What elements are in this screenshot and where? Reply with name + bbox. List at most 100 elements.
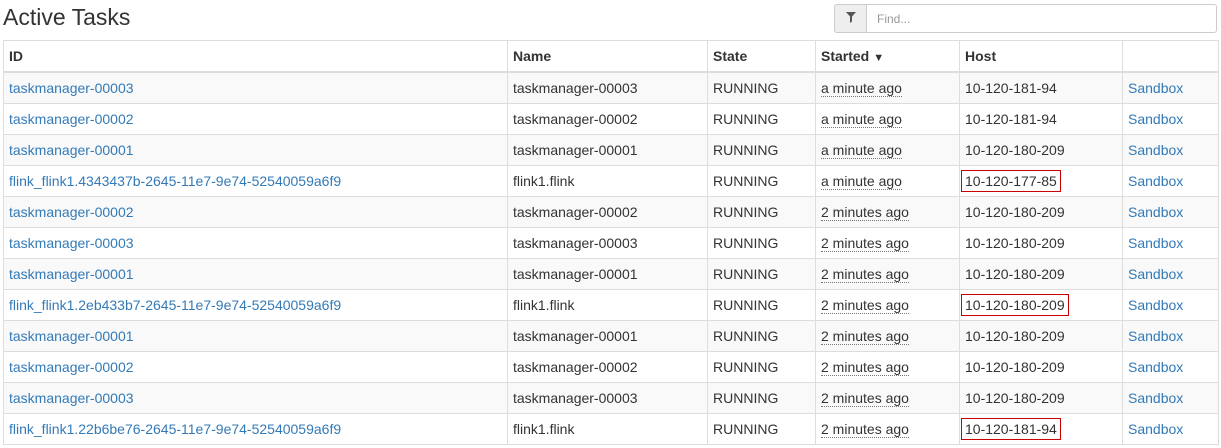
task-id-link[interactable]: taskmanager-00003 — [9, 235, 134, 251]
cell-started: a minute ago — [815, 134, 960, 166]
started-time[interactable]: 2 minutes ago — [821, 235, 909, 252]
sort-descending-icon: ▼ — [873, 52, 885, 64]
table-row: taskmanager-00001 taskmanager-00001 RUNNIN… — [3, 320, 1219, 352]
started-time[interactable]: 2 minutes ago — [821, 390, 909, 407]
host-highlight-box: 10-120-180-209 — [961, 294, 1069, 316]
cell-host: 10-120-180-209 — [959, 196, 1123, 228]
column-header-started[interactable]: Started ▼ — [815, 40, 960, 73]
started-time[interactable]: 2 minutes ago — [821, 204, 909, 221]
cell-started: a minute ago — [815, 71, 960, 104]
sandbox-link[interactable]: Sandbox — [1128, 359, 1183, 375]
cell-started: 2 minutes ago — [815, 258, 960, 290]
sandbox-link[interactable]: Sandbox — [1128, 111, 1183, 127]
table-row: flink_flink1.2eb433b7-2645-11e7-9e74-525… — [3, 289, 1219, 321]
host-value: 10-120-180-209 — [965, 142, 1065, 158]
sandbox-link[interactable]: Sandbox — [1128, 328, 1183, 344]
task-id-link[interactable]: taskmanager-00002 — [9, 111, 134, 127]
cell-started: 2 minutes ago — [815, 227, 960, 259]
cell-actions: Sandbox — [1122, 289, 1219, 321]
table-row: taskmanager-00002 taskmanager-00002 RUNNIN… — [3, 196, 1219, 228]
cell-name: taskmanager-00002 — [507, 196, 708, 228]
cell-actions: Sandbox — [1122, 351, 1219, 383]
started-time[interactable]: 2 minutes ago — [821, 328, 909, 345]
sandbox-link[interactable]: Sandbox — [1128, 142, 1183, 158]
search-input[interactable] — [866, 4, 1217, 33]
table-row: taskmanager-00001 taskmanager-00001 RUNNIN… — [3, 258, 1219, 290]
started-time[interactable]: a minute ago — [821, 80, 902, 97]
task-id-link[interactable]: taskmanager-00003 — [9, 80, 134, 96]
cell-name: taskmanager-00001 — [507, 134, 708, 166]
started-time[interactable]: 2 minutes ago — [821, 421, 909, 438]
cell-state: RUNNING — [707, 382, 816, 414]
task-name: taskmanager-00001 — [513, 266, 638, 282]
cell-host: 10-120-181-94 — [959, 103, 1123, 135]
cell-state: RUNNING — [707, 413, 816, 445]
started-time[interactable]: 2 minutes ago — [821, 266, 909, 283]
cell-actions: Sandbox — [1122, 227, 1219, 259]
table-row: taskmanager-00003 taskmanager-00003 RUNNIN… — [3, 227, 1219, 259]
cell-id: taskmanager-00003 — [3, 71, 508, 104]
host-value: 10-120-177-85 — [965, 173, 1057, 189]
task-id-link[interactable]: flink_flink1.22b6be76-2645-11e7-9e74-525… — [9, 421, 341, 437]
cell-started: 2 minutes ago — [815, 413, 960, 445]
table-row: taskmanager-00003 taskmanager-00003 RUNNIN… — [3, 382, 1219, 414]
task-state: RUNNING — [713, 359, 779, 375]
column-header-name[interactable]: Name — [507, 40, 708, 73]
page-title: Active Tasks — [3, 4, 131, 30]
sandbox-link[interactable]: Sandbox — [1128, 173, 1183, 189]
host-value: 10-120-180-209 — [965, 328, 1065, 344]
task-id-link[interactable]: taskmanager-00002 — [9, 204, 134, 220]
column-header-state[interactable]: State — [707, 40, 816, 73]
cell-actions: Sandbox — [1122, 413, 1219, 445]
table-row: taskmanager-00002 taskmanager-00002 RUNNIN… — [3, 103, 1219, 135]
sandbox-link[interactable]: Sandbox — [1128, 266, 1183, 282]
task-state: RUNNING — [713, 266, 779, 282]
cell-name: taskmanager-00001 — [507, 258, 708, 290]
task-id-link[interactable]: taskmanager-00002 — [9, 359, 134, 375]
cell-name: taskmanager-00003 — [507, 382, 708, 414]
task-state: RUNNING — [713, 328, 779, 344]
task-id-link[interactable]: flink_flink1.4343437b-2645-11e7-9e74-525… — [9, 173, 341, 189]
cell-state: RUNNING — [707, 227, 816, 259]
cell-actions: Sandbox — [1122, 196, 1219, 228]
task-state: RUNNING — [713, 204, 779, 220]
table-row: taskmanager-00003 taskmanager-00003 RUNNIN… — [3, 71, 1219, 104]
cell-started: 2 minutes ago — [815, 351, 960, 383]
started-time[interactable]: a minute ago — [821, 173, 902, 190]
host-highlight-box: 10-120-181-94 — [961, 418, 1061, 440]
task-id-link[interactable]: taskmanager-00001 — [9, 142, 134, 158]
column-header-id[interactable]: ID — [3, 40, 508, 73]
cell-started: a minute ago — [815, 103, 960, 135]
sandbox-link[interactable]: Sandbox — [1128, 235, 1183, 251]
task-id-link[interactable]: taskmanager-00001 — [9, 266, 134, 282]
host-value: 10-120-180-209 — [965, 266, 1065, 282]
task-id-link[interactable]: taskmanager-00001 — [9, 328, 134, 344]
sandbox-link[interactable]: Sandbox — [1128, 297, 1183, 313]
cell-started: 2 minutes ago — [815, 196, 960, 228]
cell-state: RUNNING — [707, 289, 816, 321]
task-name: taskmanager-00002 — [513, 204, 638, 220]
task-id-link[interactable]: flink_flink1.2eb433b7-2645-11e7-9e74-525… — [9, 297, 341, 313]
sandbox-link[interactable]: Sandbox — [1128, 80, 1183, 96]
started-time[interactable]: 2 minutes ago — [821, 297, 909, 314]
task-name: flink1.flink — [513, 421, 575, 437]
task-id-link[interactable]: taskmanager-00003 — [9, 390, 134, 406]
sandbox-link[interactable]: Sandbox — [1128, 390, 1183, 406]
host-value: 10-120-181-94 — [965, 80, 1057, 96]
cell-host: 10-120-180-209 — [959, 351, 1123, 383]
column-header-host[interactable]: Host — [959, 40, 1123, 73]
cell-actions: Sandbox — [1122, 382, 1219, 414]
sandbox-link[interactable]: Sandbox — [1128, 421, 1183, 437]
table-header-row: ID Name State Started ▼ Host — [3, 40, 1219, 73]
cell-id: flink_flink1.4343437b-2645-11e7-9e74-525… — [3, 165, 508, 197]
started-time[interactable]: a minute ago — [821, 111, 902, 128]
started-time[interactable]: 2 minutes ago — [821, 359, 909, 376]
started-time[interactable]: a minute ago — [821, 142, 902, 159]
sandbox-link[interactable]: Sandbox — [1128, 204, 1183, 220]
cell-started: 2 minutes ago — [815, 382, 960, 414]
cell-host: 10-120-180-209 — [959, 258, 1123, 290]
filter-button[interactable] — [834, 4, 866, 33]
cell-host: 10-120-180-209 — [959, 134, 1123, 166]
task-state: RUNNING — [713, 235, 779, 251]
cell-id: taskmanager-00002 — [3, 351, 508, 383]
